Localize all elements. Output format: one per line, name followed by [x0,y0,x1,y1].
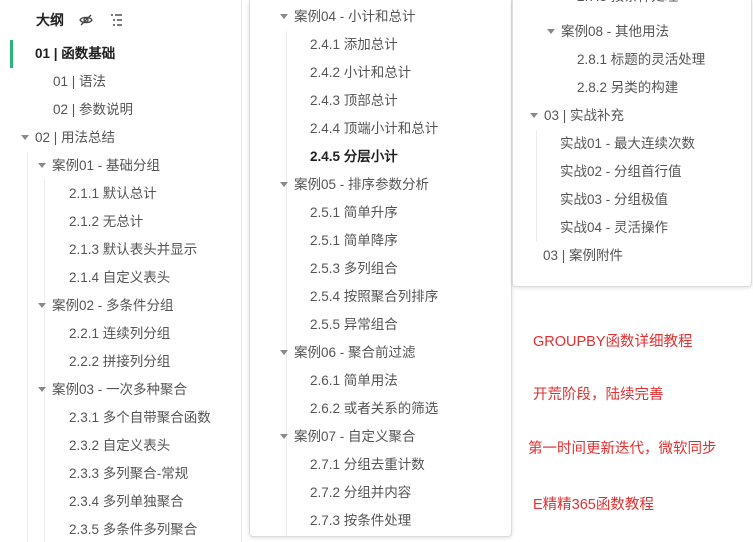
outline-item-case-05[interactable]: 案例05 - 排序参数分析 [280,171,429,199]
outline-item[interactable]: 2.7.3 按条件处理 [310,507,411,535]
outline-item[interactable]: 实战03 - 分组极值 [560,186,668,214]
outline-item-current[interactable]: 2.4.5 分层小计 [310,143,398,171]
outline-item[interactable]: 2.7.1 分组去重计数 [310,451,425,479]
tree-guide-line [44,180,45,542]
outline-item-label: 案例02 - 多条件分组 [52,298,174,313]
annotation-text: GROUPBY函数详细教程 [533,334,693,350]
outline-item[interactable]: 2.4.3 顶部总计 [310,87,398,115]
outline-item[interactable]: 2.7.3 按条件处理 [577,0,678,11]
outline-item-label: 03 | 实战补充 [544,108,625,123]
outline-item[interactable]: 2.1.1 默认总计 [69,180,157,208]
outline-item-case-01[interactable]: 案例01 - 基础分组 [38,152,160,180]
outline-item-case-03[interactable]: 案例03 - 一次多种聚合 [38,376,187,404]
outline-item[interactable]: 2.8.2 另类的构建 [577,74,678,102]
outline-item-label: 案例04 - 小计和总计 [294,9,416,24]
chevron-down-icon[interactable] [280,349,288,355]
outline-item[interactable]: 实战01 - 最大连续次数 [560,130,695,158]
outline-item[interactable]: 2.4.2 小计和总计 [310,59,411,87]
chevron-down-icon[interactable] [38,386,46,392]
annotation-text: 开荒阶段，陆续完善 [533,387,664,403]
annotation-group: GROUPBY函数详细教程 开荒阶段，陆续完善 第一时间更新迭代，微软同步 E精… [528,320,750,520]
outline-item-label: 案例06 - 聚合前过滤 [294,345,416,360]
outline-item[interactable]: 2.5.4 按照聚合列排序 [310,283,438,311]
outline-item[interactable]: 2.2.2 拼接列分组 [69,348,170,376]
tree-guide-line [536,130,537,242]
outline-panel-right: 2.7.3 按条件处理 案例08 - 其他用法 2.8.1 标题的灵活处理 2.… [512,0,752,287]
outline-item[interactable]: 03 | 案例附件 [543,242,623,270]
outline-item[interactable]: 2.3.2 自定义表头 [69,432,170,460]
outline-panel-middle: 案例04 - 小计和总计 2.4.1 添加总计 2.4.2 小计和总计 2.4.… [249,0,512,537]
chevron-down-icon[interactable] [530,112,538,118]
outline-item[interactable]: 2.7.2 分组并内容 [310,479,411,507]
outline-item-label: 02 | 用法总结 [35,130,116,145]
outline-item[interactable]: 2.5.3 多列组合 [310,255,398,283]
outline-item[interactable]: 2.1.3 默认表头并显示 [69,236,197,264]
outline-item-chapter-02[interactable]: 02 | 用法总结 [21,124,115,152]
outline-item[interactable]: 2.1.4 自定义表头 [69,264,170,292]
outline-item[interactable]: 01 | 语法 [53,68,106,96]
chevron-down-icon[interactable] [280,13,288,19]
tree-guide-line [286,31,287,536]
outline-item[interactable]: 02 | 参数说明 [53,96,133,124]
outline-item-label: 案例03 - 一次多种聚合 [52,382,188,397]
chevron-down-icon[interactable] [547,28,555,34]
outline-item[interactable]: 实战04 - 灵活操作 [560,214,668,242]
outline-item[interactable]: 2.4.4 顶端小计和总计 [310,115,438,143]
outline-item[interactable]: 2.4.1 添加总计 [310,31,398,59]
outline-title: 大纲 [36,12,64,28]
eye-off-icon[interactable] [78,12,94,28]
panel-divider [241,0,242,542]
outline-item-label: 案例07 - 自定义聚合 [294,429,416,444]
outline-item[interactable]: 2.3.1 多个自带聚合函数 [69,404,211,432]
outline-item[interactable]: 2.5.1 简单升序 [310,199,398,227]
chevron-down-icon[interactable] [38,162,46,168]
outline-item[interactable]: 2.1.2 无总计 [69,208,143,236]
outline-item[interactable]: 2.8.1 标题的灵活处理 [577,46,705,74]
outline-item-case-07[interactable]: 案例07 - 自定义聚合 [280,423,416,451]
outline-item-case-06[interactable]: 案例06 - 聚合前过滤 [280,339,416,367]
outline-item-label: 案例08 - 其他用法 [561,24,670,39]
outline-item-case-08[interactable]: 案例08 - 其他用法 [547,18,669,46]
outline-header: 大纲 [36,10,124,30]
chevron-down-icon[interactable] [280,181,288,187]
outline-item[interactable]: 2.2.1 连续列分组 [69,320,170,348]
outline-item-label: 案例01 - 基础分组 [52,158,161,173]
outline-panel: 大纲 01 | 函数基础 01 | 语法 02 | 参数说明 02 | 用法总结… [0,0,240,542]
tree-collapse-icon[interactable] [108,12,124,28]
outline-item[interactable]: 2.3.4 多列单独聚合 [69,488,184,516]
chevron-down-icon[interactable] [21,134,29,140]
chevron-down-icon[interactable] [38,302,46,308]
tree-guide-line [27,152,28,542]
outline-item[interactable]: 2.3.5 多条件多列聚合 [69,516,197,542]
annotation-text: E精精365函数教程 [533,497,654,513]
outline-item[interactable]: 2.5.1 简单降序 [310,227,398,255]
annotation-text: 第一时间更新迭代，微软同步 [528,441,717,457]
chevron-down-icon[interactable] [280,433,288,439]
outline-item[interactable]: 2.5.5 异常组合 [310,311,398,339]
outline-item-chapter-03[interactable]: 03 | 实战补充 [530,102,624,130]
outline-item[interactable]: 2.6.1 简单用法 [310,367,398,395]
outline-item[interactable]: 2.3.3 多列聚合-常规 [69,460,188,488]
outline-item-case-04[interactable]: 案例04 - 小计和总计 [280,3,416,31]
outline-item[interactable]: 实战02 - 分组首行值 [560,158,682,186]
outline-item-case-02[interactable]: 案例02 - 多条件分组 [38,292,174,320]
outline-item-chapter-01[interactable]: 01 | 函数基础 [10,40,115,68]
outline-item[interactable]: 2.6.2 或者关系的筛选 [310,395,438,423]
outline-item-label: 案例05 - 排序参数分析 [294,177,430,192]
